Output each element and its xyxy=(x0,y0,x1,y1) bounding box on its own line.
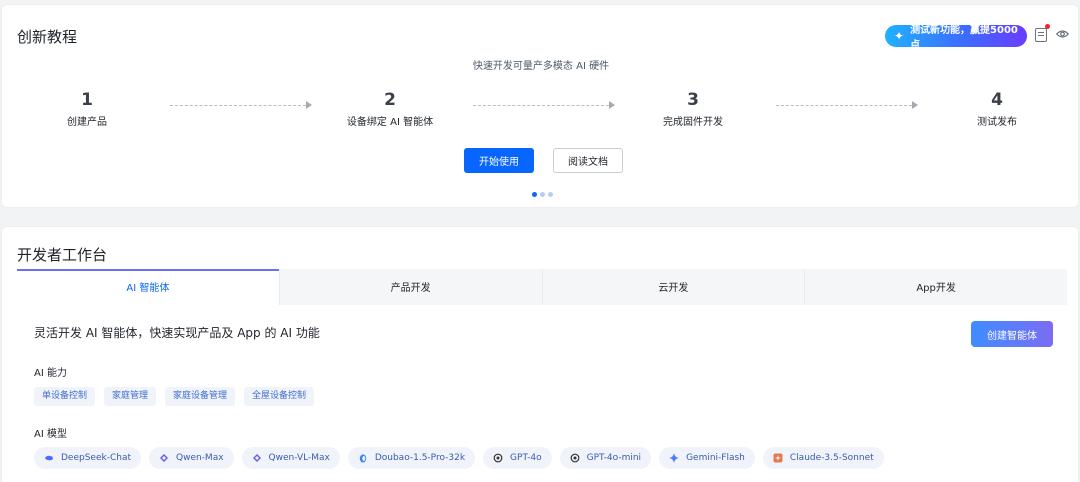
carousel-dot[interactable] xyxy=(548,192,553,197)
tab-ai-agent[interactable]: AI 智能体 xyxy=(17,269,279,305)
workbench-card: 开发者工作台 AI 智能体 产品开发 云开发 App开发 灵活开发 AI 智能体… xyxy=(1,226,1079,482)
tab-app-dev[interactable]: App开发 xyxy=(804,269,1067,305)
workbench-title: 开发者工作台 xyxy=(17,246,108,264)
model-chip[interactable]: DeepSeek-Chat xyxy=(34,447,141,469)
qwen-icon xyxy=(160,454,168,462)
model-chip[interactable]: Qwen-VL-Max xyxy=(241,447,340,469)
doubao-icon xyxy=(359,454,367,463)
tutorial-title: 创新教程 xyxy=(17,28,78,46)
step-1: 1 创建产品 xyxy=(7,90,167,128)
carousel-dot[interactable] xyxy=(540,192,545,197)
workbench-tabs: AI 智能体 产品开发 云开发 App开发 xyxy=(17,269,1067,305)
openai-icon xyxy=(493,453,503,463)
step-label: 设备绑定 AI 智能体 xyxy=(346,117,434,128)
tab-product-dev[interactable]: 产品开发 xyxy=(278,269,542,305)
step-label: 完成固件开发 xyxy=(663,117,723,128)
step-2: 2 设备绑定 AI 智能体 xyxy=(310,90,470,128)
sparkle-icon: ✦ xyxy=(894,29,905,43)
model-chip[interactable]: Qwen-Max xyxy=(149,447,234,469)
model-chip[interactable]: GPT-4o xyxy=(483,447,552,469)
carousel-indicator xyxy=(532,192,553,197)
gemini-spark-icon xyxy=(669,453,680,463)
model-list: DeepSeek-Chat Qwen-Max Qwen-VL-Max Douba… xyxy=(34,447,884,469)
step-arrow xyxy=(776,101,918,109)
capability-tag[interactable]: 单设备控制 xyxy=(34,387,96,406)
step-arrow xyxy=(473,101,615,109)
openai-icon xyxy=(570,453,580,463)
step-number: 2 xyxy=(384,90,396,110)
tutorial-subtitle: 快速开发可量产多模态 AI 硬件 xyxy=(472,61,610,72)
promo-label: 测试新功能，赢提5000点 xyxy=(910,25,1018,51)
step-label: 创建产品 xyxy=(67,117,107,128)
qwen-icon xyxy=(252,454,261,462)
step-label: 测试发布 xyxy=(977,117,1017,128)
tab-cloud-dev[interactable]: 云开发 xyxy=(541,269,805,305)
start-button[interactable]: 开始使用 xyxy=(464,148,534,173)
model-chip[interactable]: Doubao-1.5-Pro-32k xyxy=(347,447,476,469)
capability-tag[interactable]: 家庭管理 xyxy=(104,387,157,406)
step-number: 3 xyxy=(687,90,699,110)
workbench-description: 灵活开发 AI 智能体，快速实现产品及 App 的 AI 功能 xyxy=(34,326,320,340)
read-docs-button[interactable]: 阅读文档 xyxy=(553,148,623,173)
notification-dot xyxy=(1045,24,1050,29)
model-chip[interactable]: GPT-4o-mini xyxy=(559,447,652,469)
capability-tag[interactable]: 全屋设备控制 xyxy=(244,387,315,406)
promo-button[interactable]: ✦ 测试新功能，赢提5000点 xyxy=(885,25,1027,51)
step-3: 3 完成固件开发 xyxy=(613,90,773,128)
capability-label: AI 能力 xyxy=(34,368,67,379)
step-number: 4 xyxy=(991,90,1003,110)
model-chip[interactable]: Claude-3.5-Sonnet xyxy=(762,447,884,469)
capability-tag[interactable]: 家庭设备管理 xyxy=(165,387,236,406)
model-chip[interactable]: Gemini-Flash xyxy=(659,447,755,469)
claude-icon xyxy=(773,453,783,463)
capability-tags: 单设备控制 家庭管理 家庭设备管理 全屋设备控制 xyxy=(34,387,315,406)
step-number: 1 xyxy=(81,90,93,110)
step-arrow xyxy=(170,101,312,109)
eye-icon[interactable] xyxy=(1056,29,1069,39)
tutorial-card: 创新教程 ✦ 测试新功能，赢提5000点 快速开发可量产多模态 AI 硬件 1 … xyxy=(1,4,1079,208)
notes-icon[interactable] xyxy=(1035,24,1050,42)
step-4: 4 测试发布 xyxy=(917,90,1077,128)
carousel-dot[interactable] xyxy=(532,192,537,197)
model-label: AI 模型 xyxy=(34,429,67,440)
create-agent-button[interactable]: 创建智能体 xyxy=(971,321,1053,347)
deepseek-whale-icon xyxy=(45,455,53,461)
